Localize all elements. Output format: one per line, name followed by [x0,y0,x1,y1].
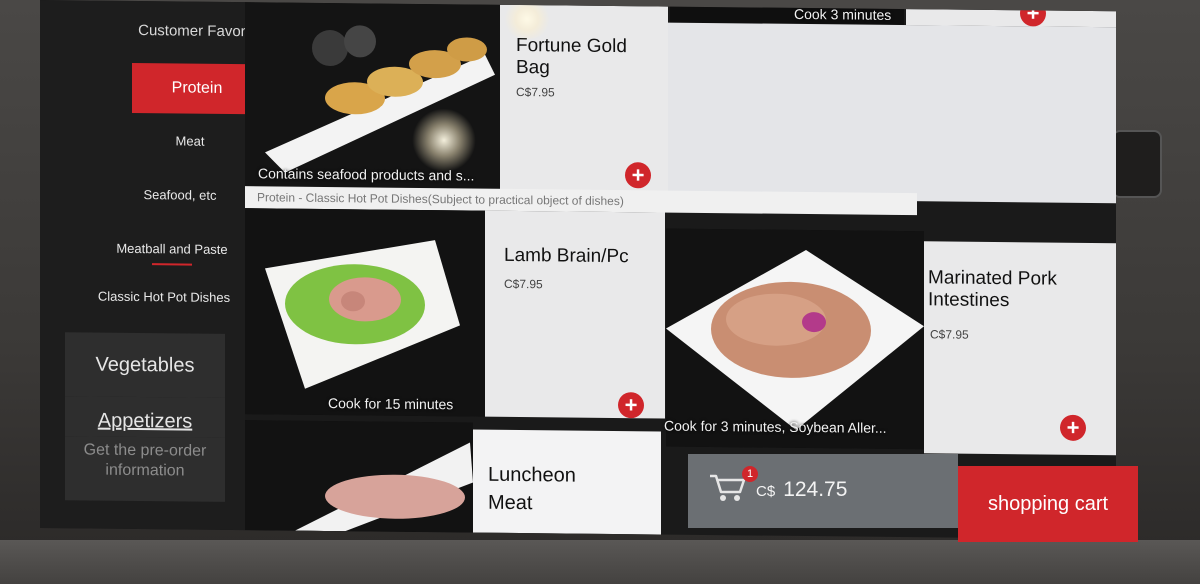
light-glare [412,107,476,173]
dish-name-pork-intestines: Marinated Pork Intestines [928,267,1057,312]
subcategory-classic-hot-pot[interactable]: Classic Hot Pot Dishes [84,288,244,306]
tablet-side-slot [1112,130,1162,198]
dish-image-pork-intestines[interactable] [666,228,924,450]
luncheon-meat-photo [245,420,473,533]
lamb-brain-photo [245,208,485,417]
dish-name-fortune-gold-bag: Fortune Gold Bag [516,34,627,79]
dish-price-pork-intestines: C$7.95 [930,327,969,342]
shopping-cart-button[interactable]: shopping cart [958,466,1138,542]
cart-currency: C$ [756,483,776,500]
preorder-info-link[interactable]: Get the pre-order information [65,440,225,482]
add-fortune-gold-bag-button[interactable]: + [625,162,651,189]
dish-caption-pork-intestines: Cook for 3 minutes, Soybean Aller... [664,417,887,436]
dish-price-fortune-gold-bag: C$7.95 [516,84,555,100]
dish-image-luncheon-meat[interactable] [245,420,473,533]
add-pork-intestines-button[interactable]: + [1060,414,1086,441]
pork-intestines-photo [666,228,924,450]
dish-price-lamb-brain: C$7.95 [504,276,543,292]
category-protein[interactable]: Protein [132,62,262,115]
category-appetizers[interactable]: Appetizers [65,396,225,438]
cart-total: C$ 124.75 [756,478,847,502]
dish-caption-lamb-brain: Cook for 15 minutes [328,395,454,413]
add-lamb-brain-button[interactable]: + [618,392,644,419]
dish-name-luncheon-meat: Luncheon Meat [488,463,576,515]
dish-caption-top-right: Cook 3 minutes [794,5,892,23]
category-vegetables[interactable]: Vegetables [65,332,225,398]
light-glare-top [502,0,552,40]
active-subcategory-underline [152,263,192,266]
empty-menu-area [668,22,1116,204]
dish-name-lamb-brain: Lamb Brain/Pc [504,244,629,268]
tablet-case-bottom [0,540,1200,584]
dish-image-lamb-brain[interactable] [245,208,485,417]
cart-total-amount: 124.75 [783,478,848,501]
dish-card-lamb-brain[interactable] [485,210,665,419]
dish-card-top-right[interactable] [906,9,1116,28]
subcategory-meatball-paste[interactable]: Meatball and Paste [92,241,252,258]
subcategory-seafood[interactable]: Seafood, etc [100,187,260,204]
